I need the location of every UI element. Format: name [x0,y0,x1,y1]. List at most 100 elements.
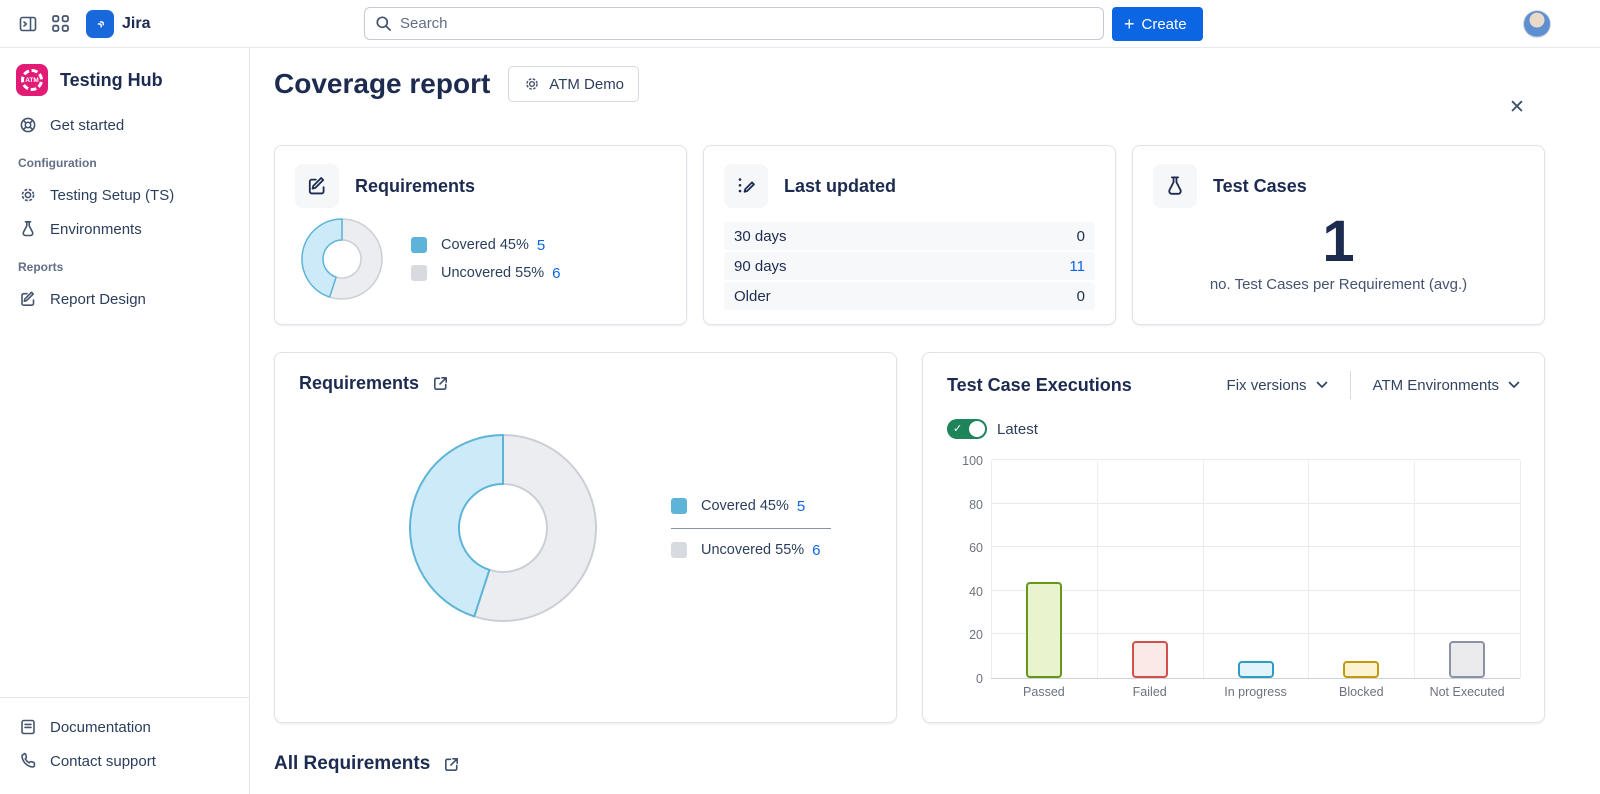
project-selector-button[interactable]: ATM Demo [508,66,639,102]
atm-environments-dropdown[interactable]: ATM Environments [1351,377,1520,394]
row-value: 0 [1077,228,1085,245]
test-case-executions-card: Test Case Executions Fix versions ATM En… [922,352,1545,723]
gridline [991,633,1520,634]
column-gridline [991,461,992,678]
column-gridline [1308,461,1309,678]
test-cases-value: 1 [1153,210,1524,274]
column-gridline [1414,461,1415,678]
edit-icon [295,164,339,208]
card-title: Requirements [355,176,475,197]
gear-icon [523,75,541,93]
sidebar-item-get-started[interactable]: Get started [12,108,237,142]
row-value: 0 [1077,288,1085,305]
sidebar-item-contact-support[interactable]: Contact support [12,744,237,778]
hub-title: Testing Hub [60,70,163,91]
x-axis-label: In progress [1203,685,1309,699]
jira-logo-icon[interactable]: » [86,10,114,38]
bar-blocked[interactable] [1343,661,1379,678]
sidebar-item-documentation[interactable]: Documentation [12,710,237,744]
chevron-down-icon [1508,381,1520,389]
testing-hub-logo-icon: ATM [16,64,48,96]
legend-uncovered: Uncovered 55% 6 [411,265,561,282]
lifebuoy-icon [18,115,38,135]
gridline [991,590,1520,591]
y-tick-label: 40 [969,585,983,599]
card-title: Last updated [784,176,896,197]
test-cases-caption: no. Test Cases per Requirement (avg.) [1153,276,1524,293]
legend-covered: Covered 45% 5 [411,237,561,254]
legend-uncovered: Uncovered 55% 6 [671,542,831,559]
executions-bar-chart: 020406080100 [947,461,1520,679]
x-axis-label: Passed [991,685,1097,699]
card-title: Test Case Executions [947,375,1132,396]
card-title: Test Cases [1213,176,1307,197]
covered-count-link[interactable]: 5 [797,498,805,515]
flask-icon [18,219,38,239]
bar-not-executed[interactable] [1449,641,1485,678]
app-switcher-button[interactable] [44,8,76,40]
bar-passed[interactable] [1026,582,1062,678]
topbar: » Jira + Create [0,0,1600,48]
sidebar-expand-icon [18,14,38,34]
y-tick-label: 80 [969,498,983,512]
last-updated-row-90-days: 90 days 11 [724,252,1095,280]
sidebar-item-report-design[interactable]: Report Design [12,282,237,316]
search-input[interactable] [400,15,1093,32]
sidebar-section-configuration: Configuration [12,142,237,178]
external-link-icon[interactable] [431,374,450,393]
requirements-donut-chart-large[interactable] [407,432,599,624]
global-search[interactable] [364,7,1104,40]
phone-icon [18,751,38,771]
document-icon [18,717,38,737]
y-tick-label: 0 [976,672,983,686]
latest-toggle[interactable]: ✓ [947,419,987,439]
y-tick-label: 60 [969,541,983,555]
page-title: Coverage report [274,68,490,100]
search-icon [375,15,392,32]
last-updated-row-older: Older 0 [724,282,1095,310]
requirements-donut-chart[interactable] [299,216,385,302]
column-gridline [1520,461,1521,678]
plus-icon: + [1124,15,1135,33]
close-icon[interactable]: ✕ [1503,93,1531,121]
uncovered-count-link[interactable]: 6 [812,542,820,559]
legend-divider [671,528,831,529]
sidebar-item-testing-setup[interactable]: Testing Setup (TS) [12,178,237,212]
app-name: Jira [122,15,150,33]
y-tick-label: 20 [969,628,983,642]
covered-count-link[interactable]: 5 [537,237,545,254]
last-updated-card: Last updated 30 days 0 90 days 11 Older … [703,145,1116,325]
create-button[interactable]: + Create [1112,7,1203,41]
column-gridline [1097,461,1098,678]
gear-icon [18,185,38,205]
uncovered-count-link[interactable]: 6 [552,265,560,282]
sidebar-section-reports: Reports [12,246,237,282]
flask-icon [1153,164,1197,208]
sidebar: ATM Testing Hub Get started Configuratio… [0,48,250,794]
sidebar-item-environments[interactable]: Environments [12,212,237,246]
column-gridline [1203,461,1204,678]
main-content: ✕ Coverage report ATM Demo Requi [250,48,1600,794]
user-avatar[interactable] [1523,10,1551,38]
sidebar-toggle-button[interactable] [12,8,44,40]
app-grid-icon [51,14,70,33]
toggle-knob [969,421,985,437]
x-axis-label: Not Executed [1414,685,1520,699]
test-cases-card: Test Cases 1 no. Test Cases per Requirem… [1132,145,1545,325]
fix-versions-dropdown[interactable]: Fix versions [1205,377,1350,394]
row-value-link[interactable]: 11 [1069,258,1085,275]
gridline [991,546,1520,547]
hub-header: ATM Testing Hub [12,58,237,108]
chevron-down-icon [1316,381,1328,389]
all-requirements-link[interactable]: All Requirements [274,753,1545,775]
external-link-icon [442,755,461,774]
requirements-summary-card: Requirements Covered 45% 5 Uncovered 55%… [274,145,687,325]
edit-icon [18,289,38,309]
requirements-detail-card: Requirements Covered 45% 5 [274,352,897,723]
x-axis-labels: PassedFailedIn progressBlockedNot Execut… [991,685,1520,699]
list-edit-icon [724,164,768,208]
bar-in-progress[interactable] [1238,661,1274,678]
x-axis-label: Failed [1097,685,1203,699]
bar-failed[interactable] [1132,641,1168,678]
gridline [991,503,1520,504]
